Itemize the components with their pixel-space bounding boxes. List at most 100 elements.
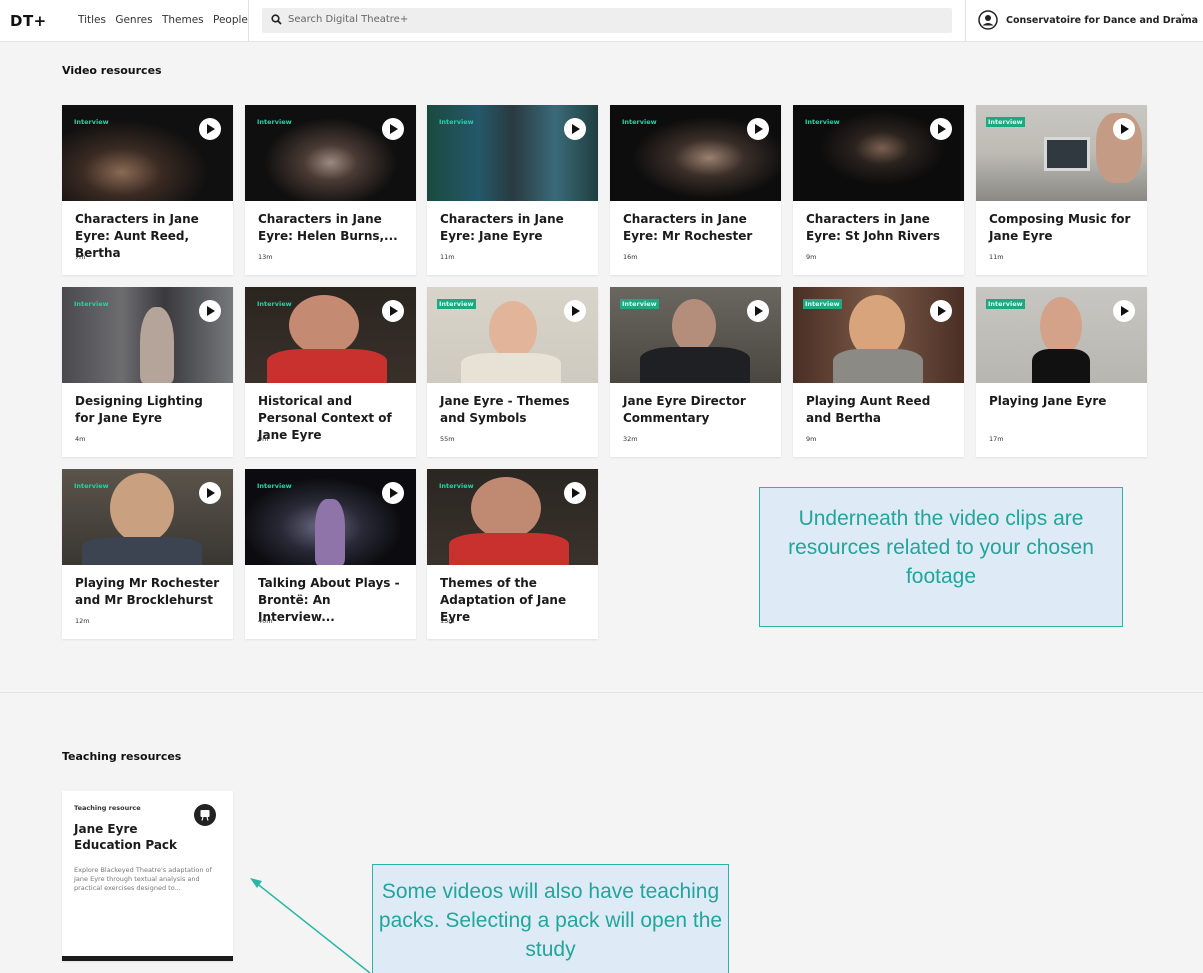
interview-tag: Interview bbox=[986, 117, 1025, 127]
video-card[interactable]: Interview Historical and Personal Contex… bbox=[245, 287, 416, 457]
header-divider bbox=[965, 0, 966, 42]
video-duration: 11m bbox=[989, 253, 1004, 261]
video-card[interactable]: Interview Playing Aunt Reed and Bertha 9… bbox=[793, 287, 964, 457]
video-title: Jane Eyre Director Commentary bbox=[623, 394, 746, 425]
video-title: Composing Music for Jane Eyre bbox=[989, 212, 1131, 243]
interview-tag: Interview bbox=[257, 118, 292, 126]
video-duration: 4m bbox=[75, 435, 86, 443]
video-title: Themes of the Adaptation of Jane Eyre bbox=[440, 576, 567, 624]
interview-tag: Interview bbox=[803, 299, 842, 309]
play-icon[interactable] bbox=[1113, 300, 1135, 322]
video-title: Characters in Jane Eyre: St John Rivers bbox=[806, 212, 940, 243]
video-title: Talking About Plays - Brontë: An Intervi… bbox=[258, 576, 400, 624]
section-divider bbox=[0, 692, 1203, 693]
interview-tag: Interview bbox=[622, 118, 657, 126]
teaching-resource-card[interactable]: Teaching resource Jane Eyre Education Pa… bbox=[62, 791, 233, 961]
video-duration: 7m bbox=[75, 253, 86, 261]
main-nav: Titles Genres Themes People bbox=[78, 14, 254, 26]
nav-themes[interactable]: Themes bbox=[162, 14, 204, 26]
video-title: Playing Aunt Reed and Bertha bbox=[806, 394, 931, 425]
video-card[interactable]: Interview Characters in Jane Eyre: Mr Ro… bbox=[610, 105, 781, 275]
interview-tag: Interview bbox=[74, 300, 109, 308]
video-card[interactable]: Interview Jane Eyre Director Commentary … bbox=[610, 287, 781, 457]
video-card[interactable]: Interview Composing Music for Jane Eyre … bbox=[976, 105, 1147, 275]
video-duration: 17m bbox=[989, 435, 1004, 443]
video-title: Characters in Jane Eyre: Mr Rochester bbox=[623, 212, 753, 243]
interview-tag: Interview bbox=[74, 482, 109, 490]
interview-tag: Interview bbox=[439, 482, 474, 490]
video-duration: 13m bbox=[258, 253, 273, 261]
resource-description: Explore Blackeyed Theatre's adaptation o… bbox=[74, 866, 212, 892]
video-card[interactable]: Interview Playing Jane Eyre 17m bbox=[976, 287, 1147, 457]
play-icon[interactable] bbox=[564, 482, 586, 504]
video-title: Jane Eyre - Themes and Symbols bbox=[440, 394, 570, 425]
video-duration: 9m bbox=[258, 435, 269, 443]
video-duration: 11m bbox=[440, 253, 455, 261]
video-duration: 12m bbox=[75, 617, 90, 625]
play-icon[interactable] bbox=[564, 300, 586, 322]
presentation-icon bbox=[194, 804, 216, 826]
video-duration: 16m bbox=[623, 253, 638, 261]
video-duration: 40m bbox=[258, 617, 273, 625]
card-footer-bar bbox=[62, 956, 233, 961]
play-icon[interactable] bbox=[199, 482, 221, 504]
nav-titles[interactable]: Titles bbox=[78, 14, 106, 26]
video-resources-callout: Underneath the video clips are resources… bbox=[759, 487, 1123, 627]
play-icon[interactable] bbox=[1113, 118, 1135, 140]
dt-logo[interactable]: DT+ bbox=[10, 12, 47, 30]
video-card[interactable]: Interview Designing Lighting for Jane Ey… bbox=[62, 287, 233, 457]
interview-tag: Interview bbox=[437, 299, 476, 309]
play-icon[interactable] bbox=[564, 118, 586, 140]
interview-tag: Interview bbox=[257, 482, 292, 490]
interview-tag: Interview bbox=[257, 300, 292, 308]
video-title: Characters in Jane Eyre: Jane Eyre bbox=[440, 212, 564, 243]
top-header: DT+ Titles Genres Themes People Search D… bbox=[0, 0, 1203, 42]
play-icon[interactable] bbox=[747, 118, 769, 140]
interview-tag: Interview bbox=[986, 299, 1025, 309]
search-icon bbox=[271, 14, 282, 25]
video-title: Playing Mr Rochester and Mr Brocklehurst bbox=[75, 576, 220, 607]
video-duration: 15m bbox=[440, 617, 455, 625]
play-icon[interactable] bbox=[199, 118, 221, 140]
resource-title: Jane Eyre Education Pack bbox=[74, 822, 178, 852]
video-duration: 9m bbox=[806, 435, 817, 443]
search-placeholder: Search Digital Theatre+ bbox=[288, 14, 409, 25]
video-card[interactable]: Interview Characters in Jane Eyre: Helen… bbox=[245, 105, 416, 275]
play-icon[interactable] bbox=[930, 300, 952, 322]
video-card[interactable]: Interview Playing Mr Rochester and Mr Br… bbox=[62, 469, 233, 639]
teaching-packs-callout: Some videos will also have teaching pack… bbox=[372, 864, 729, 973]
video-card[interactable]: Interview Characters in Jane Eyre: St Jo… bbox=[793, 105, 964, 275]
play-icon[interactable] bbox=[382, 482, 404, 504]
play-icon[interactable] bbox=[382, 118, 404, 140]
interview-tag: Interview bbox=[439, 118, 474, 126]
video-title: Designing Lighting for Jane Eyre bbox=[75, 394, 203, 425]
interview-tag: Interview bbox=[74, 118, 109, 126]
video-duration: 32m bbox=[623, 435, 638, 443]
video-card[interactable]: Interview Themes of the Adaptation of Ja… bbox=[427, 469, 598, 639]
interview-tag: Interview bbox=[620, 299, 659, 309]
video-title: Playing Jane Eyre bbox=[989, 394, 1107, 408]
play-icon[interactable] bbox=[747, 300, 769, 322]
video-card[interactable]: Interview Talking About Plays - Brontë: … bbox=[245, 469, 416, 639]
interview-tag: Interview bbox=[805, 118, 840, 126]
search-input[interactable]: Search Digital Theatre+ bbox=[262, 8, 952, 33]
video-card[interactable]: Interview Characters in Jane Eyre: Aunt … bbox=[62, 105, 233, 275]
play-icon[interactable] bbox=[382, 300, 404, 322]
play-icon[interactable] bbox=[930, 118, 952, 140]
chevron-down-icon[interactable]: ˅ bbox=[1180, 14, 1185, 24]
video-title: Characters in Jane Eyre: Aunt Reed, Bert… bbox=[75, 212, 199, 260]
resource-type-label: Teaching resource bbox=[74, 804, 141, 812]
play-icon[interactable] bbox=[199, 300, 221, 322]
nav-genres[interactable]: Genres bbox=[115, 14, 152, 26]
video-card[interactable]: Interview Characters in Jane Eyre: Jane … bbox=[427, 105, 598, 275]
video-title: Historical and Personal Context of Jane … bbox=[258, 394, 392, 442]
teaching-resources-title: Teaching resources bbox=[62, 750, 182, 763]
account-name[interactable]: Conservatoire for Dance and Drama bbox=[1006, 15, 1198, 26]
video-title: Characters in Jane Eyre: Helen Burns,... bbox=[258, 212, 398, 243]
header-divider bbox=[248, 0, 249, 42]
video-duration: 9m bbox=[806, 253, 817, 261]
video-duration: 55m bbox=[440, 435, 455, 443]
user-circle-icon[interactable] bbox=[978, 10, 998, 30]
nav-people[interactable]: People bbox=[213, 14, 248, 26]
video-card[interactable]: Interview Jane Eyre - Themes and Symbols… bbox=[427, 287, 598, 457]
